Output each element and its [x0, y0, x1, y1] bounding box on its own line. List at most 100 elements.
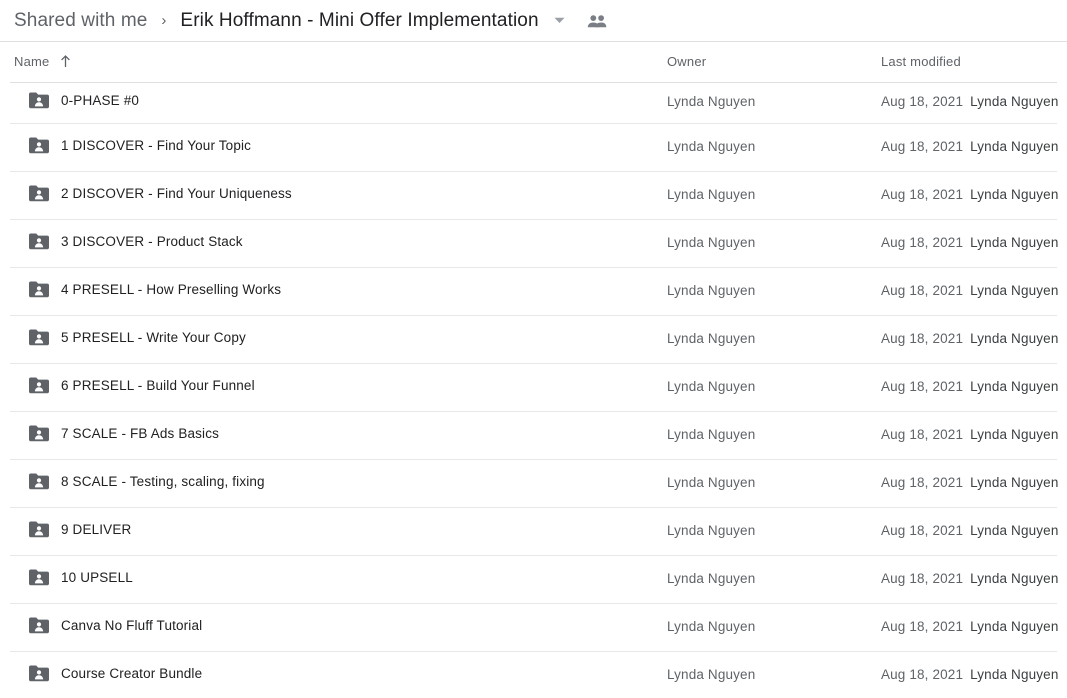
file-name-cell[interactable]: 5 PRESELL - Write Your Copy — [29, 329, 246, 346]
last-modified-by: Lynda Nguyen — [970, 667, 1059, 682]
table-row[interactable]: 9 DELIVER Lynda Nguyen Aug 18, 2021 Lynda N… — [10, 508, 1059, 556]
breadcrumb-parent-link[interactable]: Shared with me — [14, 10, 147, 32]
last-modified-by: Lynda Nguyen — [970, 523, 1059, 538]
shared-folder-icon — [29, 377, 49, 394]
file-owner-cell: Lynda Nguyen — [667, 187, 756, 202]
file-name-label: 2 DISCOVER - Find Your Uniqueness — [61, 186, 292, 201]
file-name-cell[interactable]: 0-PHASE #0 — [29, 92, 139, 109]
column-header-name[interactable]: Name — [14, 54, 71, 69]
last-modified-by: Lynda Nguyen — [970, 139, 1059, 154]
last-modified-date: Aug 18, 2021 — [881, 427, 964, 442]
file-name-cell[interactable]: 4 PRESELL - How Preselling Works — [29, 281, 281, 298]
column-header-name-label: Name — [14, 54, 50, 69]
shared-folder-icon — [29, 137, 49, 154]
chevron-down-icon[interactable] — [548, 9, 572, 33]
column-header-last-modified[interactable]: Last modified — [881, 54, 961, 69]
table-row[interactable]: 7 SCALE - FB Ads Basics Lynda Nguyen Aug 1… — [10, 412, 1059, 460]
table-row[interactable]: Course Creator Bundle Lynda Nguyen Aug 18,… — [10, 652, 1059, 698]
file-owner-cell: Lynda Nguyen — [667, 619, 756, 634]
last-modified-by: Lynda Nguyen — [970, 94, 1059, 109]
file-name-cell[interactable]: 1 DISCOVER - Find Your Topic — [29, 137, 251, 154]
last-modified-by: Lynda Nguyen — [970, 283, 1059, 298]
shared-folder-icon — [29, 569, 49, 586]
table-row[interactable]: 1 DISCOVER - Find Your Topic Lynda Nguyen… — [10, 124, 1059, 172]
column-header-row: Name Owner Last modified — [0, 42, 1067, 82]
table-row[interactable]: 10 UPSELL Lynda Nguyen Aug 18, 2021 Lynda N… — [10, 556, 1059, 604]
file-last-modified-cell: Aug 18, 2021 Lynda Nguyen — [881, 571, 1059, 586]
file-owner-cell: Lynda Nguyen — [667, 379, 756, 394]
file-last-modified-cell: Aug 18, 2021 Lynda Nguyen — [881, 475, 1059, 490]
file-last-modified-cell: Aug 18, 2021 Lynda Nguyen — [881, 187, 1059, 202]
last-modified-date: Aug 18, 2021 — [881, 619, 964, 634]
file-last-modified-cell: Aug 18, 2021 Lynda Nguyen — [881, 94, 1059, 109]
shared-folder-icon — [29, 233, 49, 250]
file-owner-cell: Lynda Nguyen — [667, 139, 756, 154]
shared-folder-icon — [29, 281, 49, 298]
file-name-cell[interactable]: 8 SCALE - Testing, scaling, fixing — [29, 473, 265, 490]
shared-folder-icon — [29, 521, 49, 538]
file-last-modified-cell: Aug 18, 2021 Lynda Nguyen — [881, 331, 1059, 346]
last-modified-by: Lynda Nguyen — [970, 571, 1059, 586]
shared-folder-icon — [29, 665, 49, 682]
file-last-modified-cell: Aug 18, 2021 Lynda Nguyen — [881, 235, 1059, 250]
last-modified-date: Aug 18, 2021 — [881, 235, 964, 250]
people-icon[interactable] — [584, 8, 610, 34]
shared-folder-icon — [29, 473, 49, 490]
file-name-label: 4 PRESELL - How Preselling Works — [61, 282, 282, 297]
file-name-label: 6 PRESELL - Build Your Funnel — [61, 378, 255, 393]
table-row[interactable]: 5 PRESELL - Write Your Copy Lynda Nguyen A… — [10, 316, 1059, 364]
last-modified-by: Lynda Nguyen — [970, 379, 1059, 394]
file-owner-cell: Lynda Nguyen — [667, 475, 756, 490]
table-row[interactable]: 6 PRESELL - Build Your Funnel Lynda Nguye… — [10, 364, 1059, 412]
file-name-cell[interactable]: 7 SCALE - FB Ads Basics — [29, 425, 219, 442]
last-modified-by: Lynda Nguyen — [970, 427, 1059, 442]
file-owner-cell: Lynda Nguyen — [667, 523, 756, 538]
file-owner-cell: Lynda Nguyen — [667, 331, 756, 346]
last-modified-date: Aug 18, 2021 — [881, 667, 964, 682]
last-modified-by: Lynda Nguyen — [970, 619, 1059, 634]
file-last-modified-cell: Aug 18, 2021 Lynda Nguyen — [881, 667, 1059, 682]
file-name-label: Course Creator Bundle — [61, 666, 203, 681]
file-name-cell[interactable]: Course Creator Bundle — [29, 665, 202, 682]
last-modified-date: Aug 18, 2021 — [881, 571, 964, 586]
file-name-label: 10 UPSELL — [61, 570, 133, 585]
file-name-cell[interactable]: 6 PRESELL - Build Your Funnel — [29, 377, 255, 394]
breadcrumb-current-folder[interactable]: Erik Hoffmann - Mini Offer Implementatio… — [180, 10, 538, 32]
last-modified-date: Aug 18, 2021 — [881, 523, 964, 538]
file-name-cell[interactable]: 3 DISCOVER - Product Stack — [29, 233, 243, 250]
file-owner-cell: Lynda Nguyen — [667, 571, 756, 586]
file-last-modified-cell: Aug 18, 2021 Lynda Nguyen — [881, 523, 1059, 538]
table-row[interactable]: 2 DISCOVER - Find Your Uniqueness Lynda N… — [10, 172, 1059, 220]
file-owner-cell: Lynda Nguyen — [667, 283, 756, 298]
file-name-cell[interactable]: 2 DISCOVER - Find Your Uniqueness — [29, 185, 292, 202]
shared-folder-icon — [29, 329, 49, 346]
table-row[interactable]: 3 DISCOVER - Product Stack Lynda Nguyen Au… — [10, 220, 1059, 268]
file-name-label: 8 SCALE - Testing, scaling, fixing — [61, 474, 265, 489]
file-name-cell[interactable]: Canva No Fluff Tutorial — [29, 617, 202, 634]
file-name-label: 0-PHASE #0 — [61, 93, 140, 108]
table-row[interactable]: Canva No Fluff Tutorial Lynda Nguyen Aug 1… — [10, 604, 1059, 652]
file-name-label: 5 PRESELL - Write Your Copy — [61, 330, 246, 345]
last-modified-date: Aug 18, 2021 — [881, 283, 964, 298]
last-modified-by: Lynda Nguyen — [970, 187, 1059, 202]
table-row[interactable]: 8 SCALE - Testing, scaling, fixing Lynda … — [10, 460, 1059, 508]
column-header-owner[interactable]: Owner — [667, 54, 706, 69]
file-last-modified-cell: Aug 18, 2021 Lynda Nguyen — [881, 619, 1059, 634]
file-last-modified-cell: Aug 18, 2021 Lynda Nguyen — [881, 427, 1059, 442]
last-modified-date: Aug 18, 2021 — [881, 187, 964, 202]
file-last-modified-cell: Aug 18, 2021 Lynda Nguyen — [881, 379, 1059, 394]
table-row[interactable]: 4 PRESELL - How Preselling Works Lynda Ng… — [10, 268, 1059, 316]
file-name-label: 1 DISCOVER - Find Your Topic — [61, 138, 252, 153]
file-name-label: 7 SCALE - FB Ads Basics — [61, 426, 220, 441]
file-list: 0-PHASE #0 Lynda Nguyen Aug 18, 2021 Lynda … — [0, 83, 1067, 698]
last-modified-date: Aug 18, 2021 — [881, 94, 964, 109]
file-owner-cell: Lynda Nguyen — [667, 94, 756, 109]
last-modified-by: Lynda Nguyen — [970, 475, 1059, 490]
file-name-cell[interactable]: 9 DELIVER — [29, 521, 131, 538]
last-modified-by: Lynda Nguyen — [970, 331, 1059, 346]
last-modified-date: Aug 18, 2021 — [881, 331, 964, 346]
table-row[interactable]: 0-PHASE #0 Lynda Nguyen Aug 18, 2021 Lynda … — [10, 83, 1059, 124]
file-last-modified-cell: Aug 18, 2021 Lynda Nguyen — [881, 283, 1059, 298]
shared-folder-icon — [29, 92, 49, 109]
file-name-cell[interactable]: 10 UPSELL — [29, 569, 133, 586]
